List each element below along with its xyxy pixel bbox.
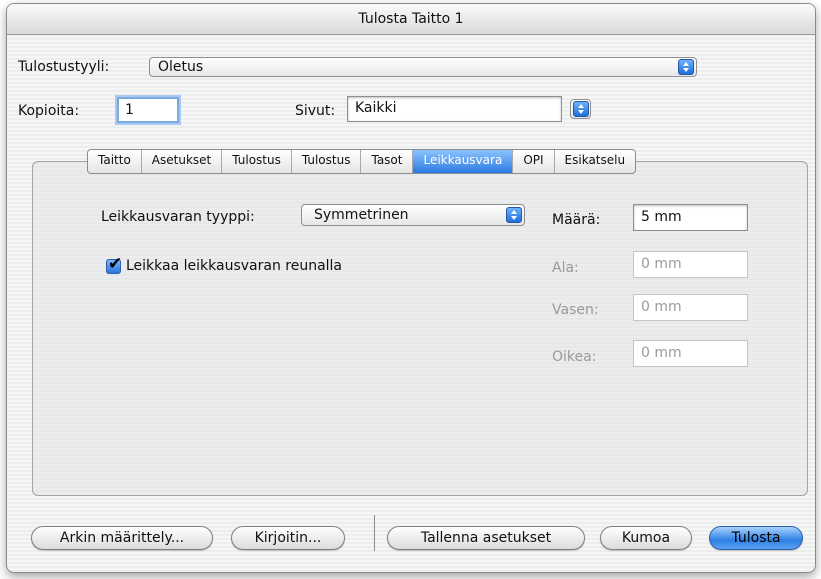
bleed-type-label: Leikkausvaran tyyppi: (101, 209, 255, 225)
tab-asetukset[interactable]: Asetukset (142, 150, 223, 173)
print-button[interactable]: Tulosta (709, 526, 803, 550)
copies-field[interactable]: 1 (117, 97, 179, 123)
left-value: 0 mm (641, 299, 682, 315)
bottom-value: 0 mm (641, 256, 682, 272)
checkmark-icon: ✔ (108, 254, 123, 274)
copies-value: 1 (125, 102, 134, 118)
tab-tulostus-2[interactable]: Tulostus (292, 150, 362, 173)
clip-bleed-label: Leikkaa leikkausvaran reunalla (126, 258, 343, 274)
bleed-type-arrows-icon (506, 207, 522, 223)
copies-label: Kopioita: (18, 103, 80, 119)
print-style-label: Tulostustyyli: (18, 59, 110, 75)
tab-taitto[interactable]: Taitto (88, 150, 142, 173)
pages-popup[interactable] (570, 99, 591, 119)
left-field[interactable]: 0 mm (633, 294, 748, 321)
popup-arrows-icon (678, 59, 694, 75)
right-label: Oikea: (552, 349, 597, 365)
right-value: 0 mm (641, 345, 682, 361)
bottom-label: Ala: (552, 260, 579, 276)
tab-bar: Taitto Asetukset Tulostus Tulostus Tasot… (87, 149, 637, 174)
right-field[interactable]: 0 mm (633, 340, 748, 367)
print-style-popup[interactable]: Oletus (149, 57, 697, 77)
print-dialog: Tulosta Taitto 1 Tulostustyyli: Oletus K… (6, 3, 816, 573)
amount-field[interactable]: 5 mm (633, 204, 748, 231)
print-style-value: Oletus (158, 59, 204, 75)
pages-arrows-icon (573, 101, 589, 117)
bleed-type-popup[interactable]: Symmetrinen (301, 204, 525, 226)
tab-leikkausvara[interactable]: Leikkausvara (413, 150, 514, 173)
button-separator (374, 515, 375, 551)
bleed-type-value: Symmetrinen (314, 207, 409, 223)
page-setup-button[interactable]: Arkin määrittely... (31, 526, 213, 550)
tab-tulostus-1[interactable]: Tulostus (222, 150, 292, 173)
bottom-field[interactable]: 0 mm (633, 251, 748, 278)
amount-label: Määrä: (552, 212, 601, 228)
tab-esikatselu[interactable]: Esikatselu (555, 150, 636, 173)
pages-value: Kaikki (355, 100, 397, 116)
printer-button[interactable]: Kirjoitin... (231, 526, 345, 550)
pages-label: Sivut: (295, 103, 336, 119)
window-title: Tulosta Taitto 1 (7, 4, 815, 35)
clip-bleed-checkbox[interactable]: ✔ (106, 255, 122, 274)
left-label: Vasen: (552, 302, 599, 318)
cancel-button[interactable]: Kumoa (600, 526, 692, 550)
tab-opi[interactable]: OPI (513, 150, 555, 173)
amount-value: 5 mm (641, 209, 682, 225)
save-settings-button[interactable]: Tallenna asetukset (387, 526, 585, 550)
tab-tasot[interactable]: Tasot (361, 150, 414, 173)
pages-field[interactable]: Kaikki (347, 96, 562, 122)
